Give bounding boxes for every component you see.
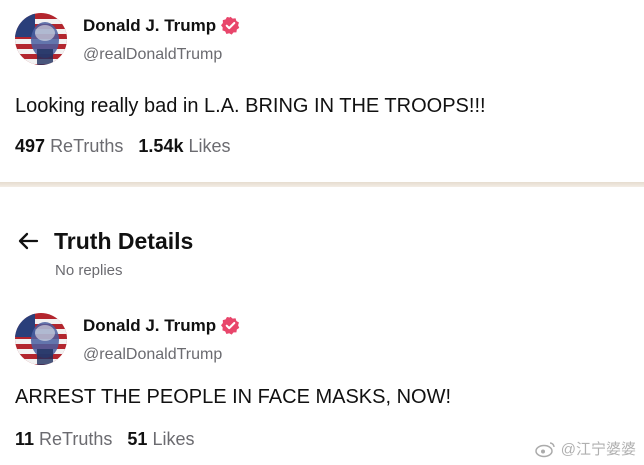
display-name[interactable]: Donald J. Trump <box>83 315 216 337</box>
truth-details-panel: Truth Details No replies Donald J. Trump <box>0 187 644 465</box>
post-stats: 11 ReTruths 51 Likes <box>15 428 194 450</box>
likes-count: 1.54k <box>138 136 184 156</box>
post-header: Donald J. Trump @realDonaldTrump <box>15 313 240 365</box>
likes-count: 51 <box>127 429 148 449</box>
verified-badge-icon <box>221 16 240 35</box>
avatar-flag-portrait <box>15 13 67 65</box>
retruths-stat[interactable]: 11 ReTruths <box>15 429 112 449</box>
post-stats: 497 ReTruths 1.54k Likes <box>15 135 231 157</box>
back-arrow-icon[interactable] <box>16 229 40 253</box>
replies-status: No replies <box>55 262 123 279</box>
avatar[interactable] <box>15 313 67 365</box>
avatar[interactable] <box>15 13 67 65</box>
avatar-flag-portrait <box>15 313 67 365</box>
handle[interactable]: @realDonaldTrump <box>83 46 240 64</box>
retruths-label: ReTruths <box>39 429 113 449</box>
retruths-stat[interactable]: 497 ReTruths <box>15 136 123 156</box>
display-name[interactable]: Donald J. Trump <box>83 15 216 37</box>
watermark: @江宁婆婆 <box>535 438 636 459</box>
likes-label: Likes <box>152 429 195 449</box>
post-card-1: Donald J. Trump @realDonaldTrump Looking… <box>0 0 644 182</box>
post-text: ARREST THE PEOPLE IN FACE MASKS, NOW! <box>15 386 452 408</box>
details-header: Truth Details <box>16 227 193 255</box>
watermark-text: @江宁婆婆 <box>560 441 636 458</box>
retruths-count: 497 <box>15 136 46 156</box>
retruths-count: 11 <box>15 429 35 449</box>
weibo-icon <box>535 440 557 458</box>
likes-stat[interactable]: 51 Likes <box>127 429 194 449</box>
retruths-label: ReTruths <box>50 136 124 156</box>
page-title: Truth Details <box>54 228 194 254</box>
likes-label: Likes <box>188 136 231 156</box>
verified-badge-icon <box>221 316 240 335</box>
post-header: Donald J. Trump @realDonaldTrump <box>15 13 240 65</box>
handle[interactable]: @realDonaldTrump <box>83 346 240 364</box>
likes-stat[interactable]: 1.54k Likes <box>138 136 230 156</box>
post-text: Looking really bad in L.A. BRING IN THE … <box>15 95 486 117</box>
